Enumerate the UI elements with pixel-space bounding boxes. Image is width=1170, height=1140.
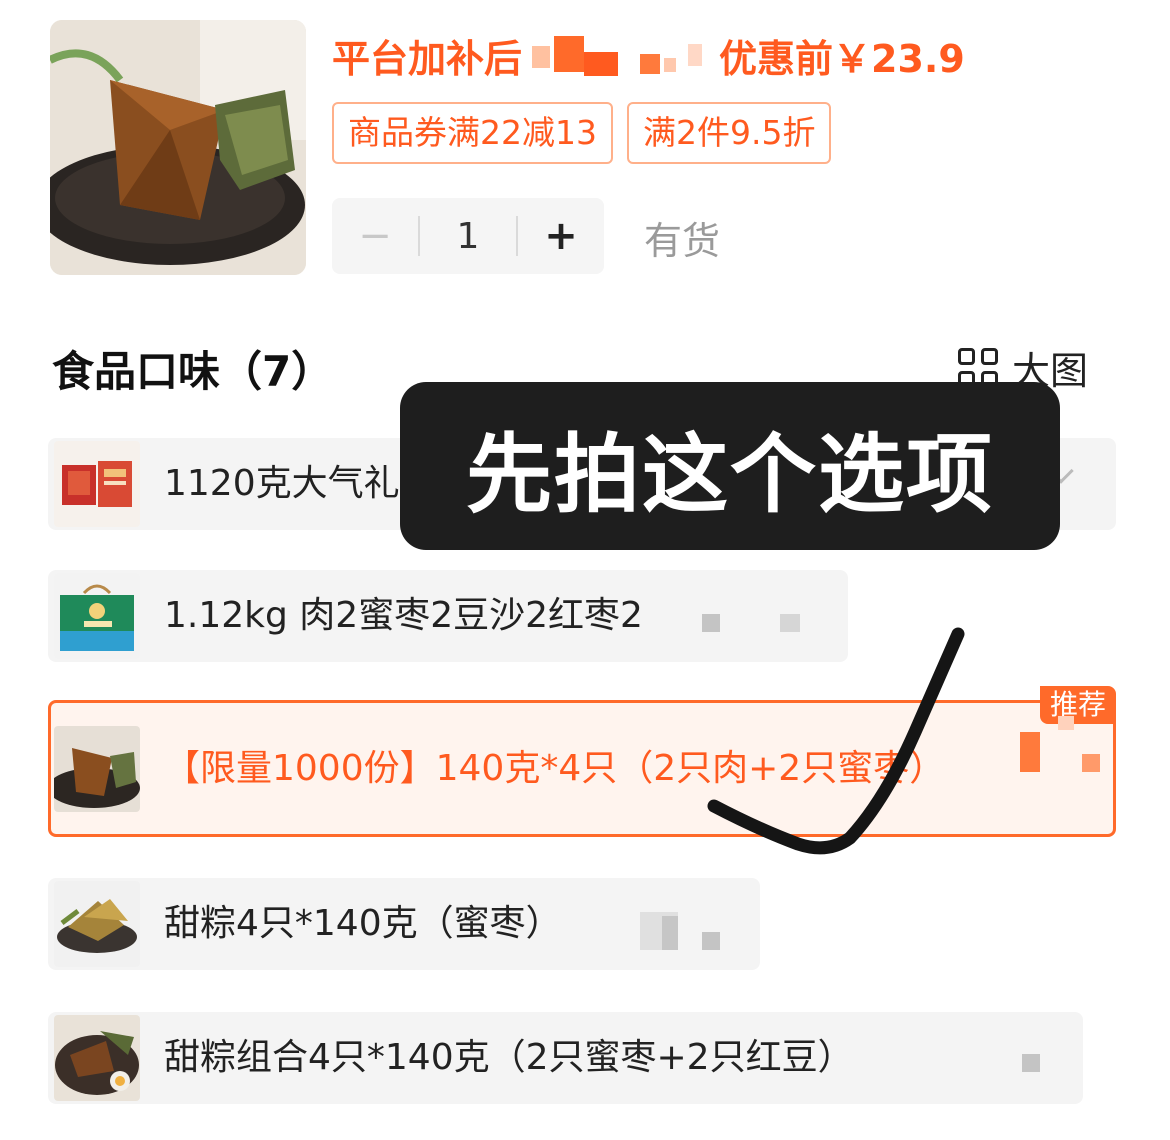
product-thumbnail[interactable]	[50, 20, 306, 275]
option-thumbnail	[54, 573, 140, 659]
section-title: 食品口味（7）	[52, 347, 334, 396]
blurred-mark	[1022, 1054, 1040, 1072]
blurred-mark	[662, 916, 678, 950]
price-original: 优惠前￥23.9	[719, 36, 965, 81]
increment-button[interactable]: +	[518, 213, 604, 259]
flavor-option[interactable]: 甜粽组合4只*140克（2只蜜枣+2只红豆）	[48, 1012, 1083, 1104]
stock-status: 有货	[644, 219, 721, 263]
blurred-mark	[1020, 732, 1040, 772]
option-label: 1.12kg 肉2蜜枣2豆沙2红枣2	[164, 595, 643, 636]
blurred-mark	[1082, 754, 1100, 772]
recommend-badge: 推荐	[1040, 686, 1116, 724]
blurred-mark	[1058, 716, 1074, 730]
annotation-callout: 先拍这个选项	[400, 382, 1060, 550]
price-prefix: 平台加补后	[332, 36, 523, 81]
discount-tag[interactable]: 满2件9.5折	[626, 102, 832, 164]
option-thumbnail	[54, 1015, 140, 1101]
price-line: 平台加补后 优惠前￥23.9	[332, 30, 965, 81]
decrement-button[interactable]: −	[332, 213, 418, 259]
checkmark-icon	[707, 627, 965, 855]
option-label: 甜粽组合4只*140克（2只蜜枣+2只红豆）	[164, 1037, 854, 1078]
coupon-tag[interactable]: 商品券满22减13	[332, 102, 613, 164]
coupon-tags: 商品券满22减13 满2件9.5折	[332, 102, 832, 164]
quantity-value[interactable]: 1	[420, 216, 516, 257]
option-thumbnail	[54, 441, 140, 527]
quantity-stepper: − 1 +	[332, 198, 604, 274]
redacted-mosaic	[528, 32, 713, 78]
option-label: 甜粽4只*140克（蜜枣）	[164, 903, 562, 944]
option-thumbnail	[54, 881, 140, 967]
option-thumbnail	[54, 725, 140, 812]
blurred-mark	[702, 932, 720, 950]
